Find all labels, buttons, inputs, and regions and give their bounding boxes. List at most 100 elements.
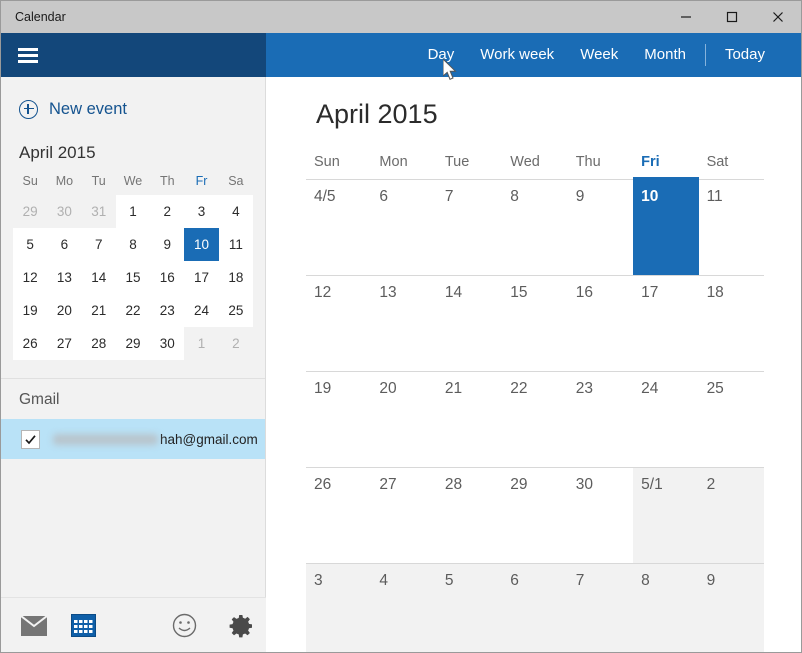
mini-day-cell[interactable]: 24 [184,294,219,327]
day-cell[interactable]: 28 [437,468,502,563]
plus-circle-icon [19,99,38,119]
mail-icon[interactable] [17,609,51,643]
day-cell[interactable]: 13 [371,276,436,371]
day-cell[interactable]: 8 [633,564,699,652]
mini-day-cell[interactable]: 9 [150,228,185,261]
day-cell[interactable]: 2 [698,468,764,563]
mini-day-cell[interactable]: 27 [47,327,82,360]
mini-day-cell[interactable]: 11 [218,228,253,261]
mini-day-cell[interactable]: 10 [184,228,219,261]
minimize-button[interactable] [663,1,709,33]
mini-day-cell[interactable]: 22 [115,294,151,327]
day-cell[interactable]: 27 [371,468,436,563]
day-cell[interactable]: 20 [371,372,436,467]
today-button[interactable]: Today [712,33,778,77]
mini-day-cell[interactable]: 28 [81,327,116,360]
tab-work-week[interactable]: Work week [467,33,567,77]
mini-day-header-su: Su [22,174,38,188]
day-cell[interactable]: 26 [306,468,371,563]
mini-day-cell[interactable]: 21 [81,294,116,327]
day-cell[interactable]: 15 [502,276,567,371]
mini-day-cell[interactable]: 4 [218,195,253,228]
mini-day-cell[interactable]: 16 [150,261,185,294]
day-cell[interactable]: 18 [699,276,764,371]
mini-day-cell[interactable]: 31 [82,195,116,228]
week-row: 3456789 [306,564,764,652]
day-cell[interactable]: 11 [699,180,764,275]
mini-day-cell[interactable]: 1 [184,327,218,360]
mini-day-cell[interactable]: 5 [13,228,48,261]
day-header-fri: Fri [633,145,699,181]
hamburger-icon[interactable] [18,47,38,63]
mini-day-cell[interactable]: 26 [13,327,48,360]
mini-day-cell[interactable]: 14 [81,261,116,294]
mini-day-cell[interactable]: 1 [115,195,151,228]
tab-day[interactable]: Day [415,33,468,77]
redacted-email-part [53,434,158,446]
mini-day-cell[interactable]: 23 [150,294,185,327]
day-cell[interactable]: 12 [306,276,371,371]
mini-day-cell[interactable]: 13 [47,261,82,294]
week-rows: 4/5 6 7 8 9 10 11 12 13 14 15 16 17 18 19 20 21 22 23 24 25 2… [306,179,764,652]
mini-day-cell[interactable]: 29 [13,195,47,228]
day-cell[interactable]: 17 [633,276,698,371]
day-cell[interactable]: 6 [371,180,436,275]
day-header-mon: Mon [379,154,408,170]
day-cell[interactable]: 30 [568,468,633,563]
day-cell[interactable]: 16 [568,276,633,371]
day-cell[interactable]: 7 [567,564,634,652]
mini-day-cell[interactable]: 8 [115,228,151,261]
day-cell[interactable]: 3 [306,564,372,652]
day-cell[interactable]: 14 [437,276,502,371]
day-cell[interactable]: 19 [306,372,371,467]
new-event-button[interactable]: New event [1,87,265,131]
maximize-button[interactable] [709,1,755,33]
day-cell[interactable]: 10 [633,180,699,275]
day-cell[interactable]: 5 [436,564,503,652]
day-cell[interactable]: 5/1 [633,468,699,563]
mini-day-cell[interactable]: 30 [150,327,185,360]
mini-day-cell[interactable]: 15 [115,261,151,294]
tab-week[interactable]: Week [567,33,631,77]
mini-day-cell[interactable]: 7 [81,228,116,261]
mini-day-cell[interactable]: 2 [150,195,185,228]
mini-day-header-we: We [123,174,143,188]
day-cell[interactable]: 7 [437,180,502,275]
mini-day-cell[interactable]: 3 [184,195,219,228]
week-row: 26 27 28 29 30 5/1 2 [306,468,764,564]
day-cell[interactable]: 6 [502,564,568,652]
tab-month[interactable]: Month [631,33,699,77]
calendar-icon[interactable] [66,609,100,643]
account-row[interactable]: hah@gmail.com [1,419,265,459]
settings-gear-icon[interactable] [225,609,259,643]
mini-day-cell[interactable]: 17 [184,261,219,294]
window-title: Calendar [15,10,66,24]
day-cell[interactable]: 4 [371,564,437,652]
mini-day-cell[interactable]: 29 [115,327,151,360]
day-cell[interactable]: 23 [568,372,633,467]
day-cell[interactable]: 25 [699,372,764,467]
day-cell[interactable]: 9 [568,180,633,275]
mini-day-cell[interactable]: 19 [13,294,48,327]
day-cell[interactable]: 24 [633,372,698,467]
day-cell[interactable]: 21 [437,372,502,467]
day-cell[interactable]: 22 [502,372,567,467]
mini-day-cell[interactable]: 12 [13,261,48,294]
mini-day-cell[interactable]: 6 [47,228,82,261]
feedback-smiley-icon[interactable] [167,609,201,643]
mini-day-cell[interactable]: 2 [219,327,253,360]
account-checkbox[interactable] [21,429,40,449]
mini-day-cell[interactable]: 25 [218,294,253,327]
mini-calendar-grid: Su Mo Tu We Th Fr Sa 29 30 31 1 2 3 4 5 6 7 8 9 10 11 12 13 14 1… [13,169,253,360]
day-cell[interactable]: 4/5 [306,180,371,275]
day-cell[interactable]: 8 [502,180,567,275]
day-cell[interactable]: 29 [502,468,567,563]
day-cell[interactable]: 9 [698,564,764,652]
day-header-thu: Thu [575,154,601,170]
mini-day-cell[interactable]: 20 [47,294,82,327]
week-row: 12 13 14 15 16 17 18 [306,276,764,372]
mini-day-cell[interactable]: 18 [218,261,253,294]
close-button[interactable] [755,1,801,33]
day-header-sat: Sat [706,154,729,170]
mini-day-cell[interactable]: 30 [47,195,81,228]
